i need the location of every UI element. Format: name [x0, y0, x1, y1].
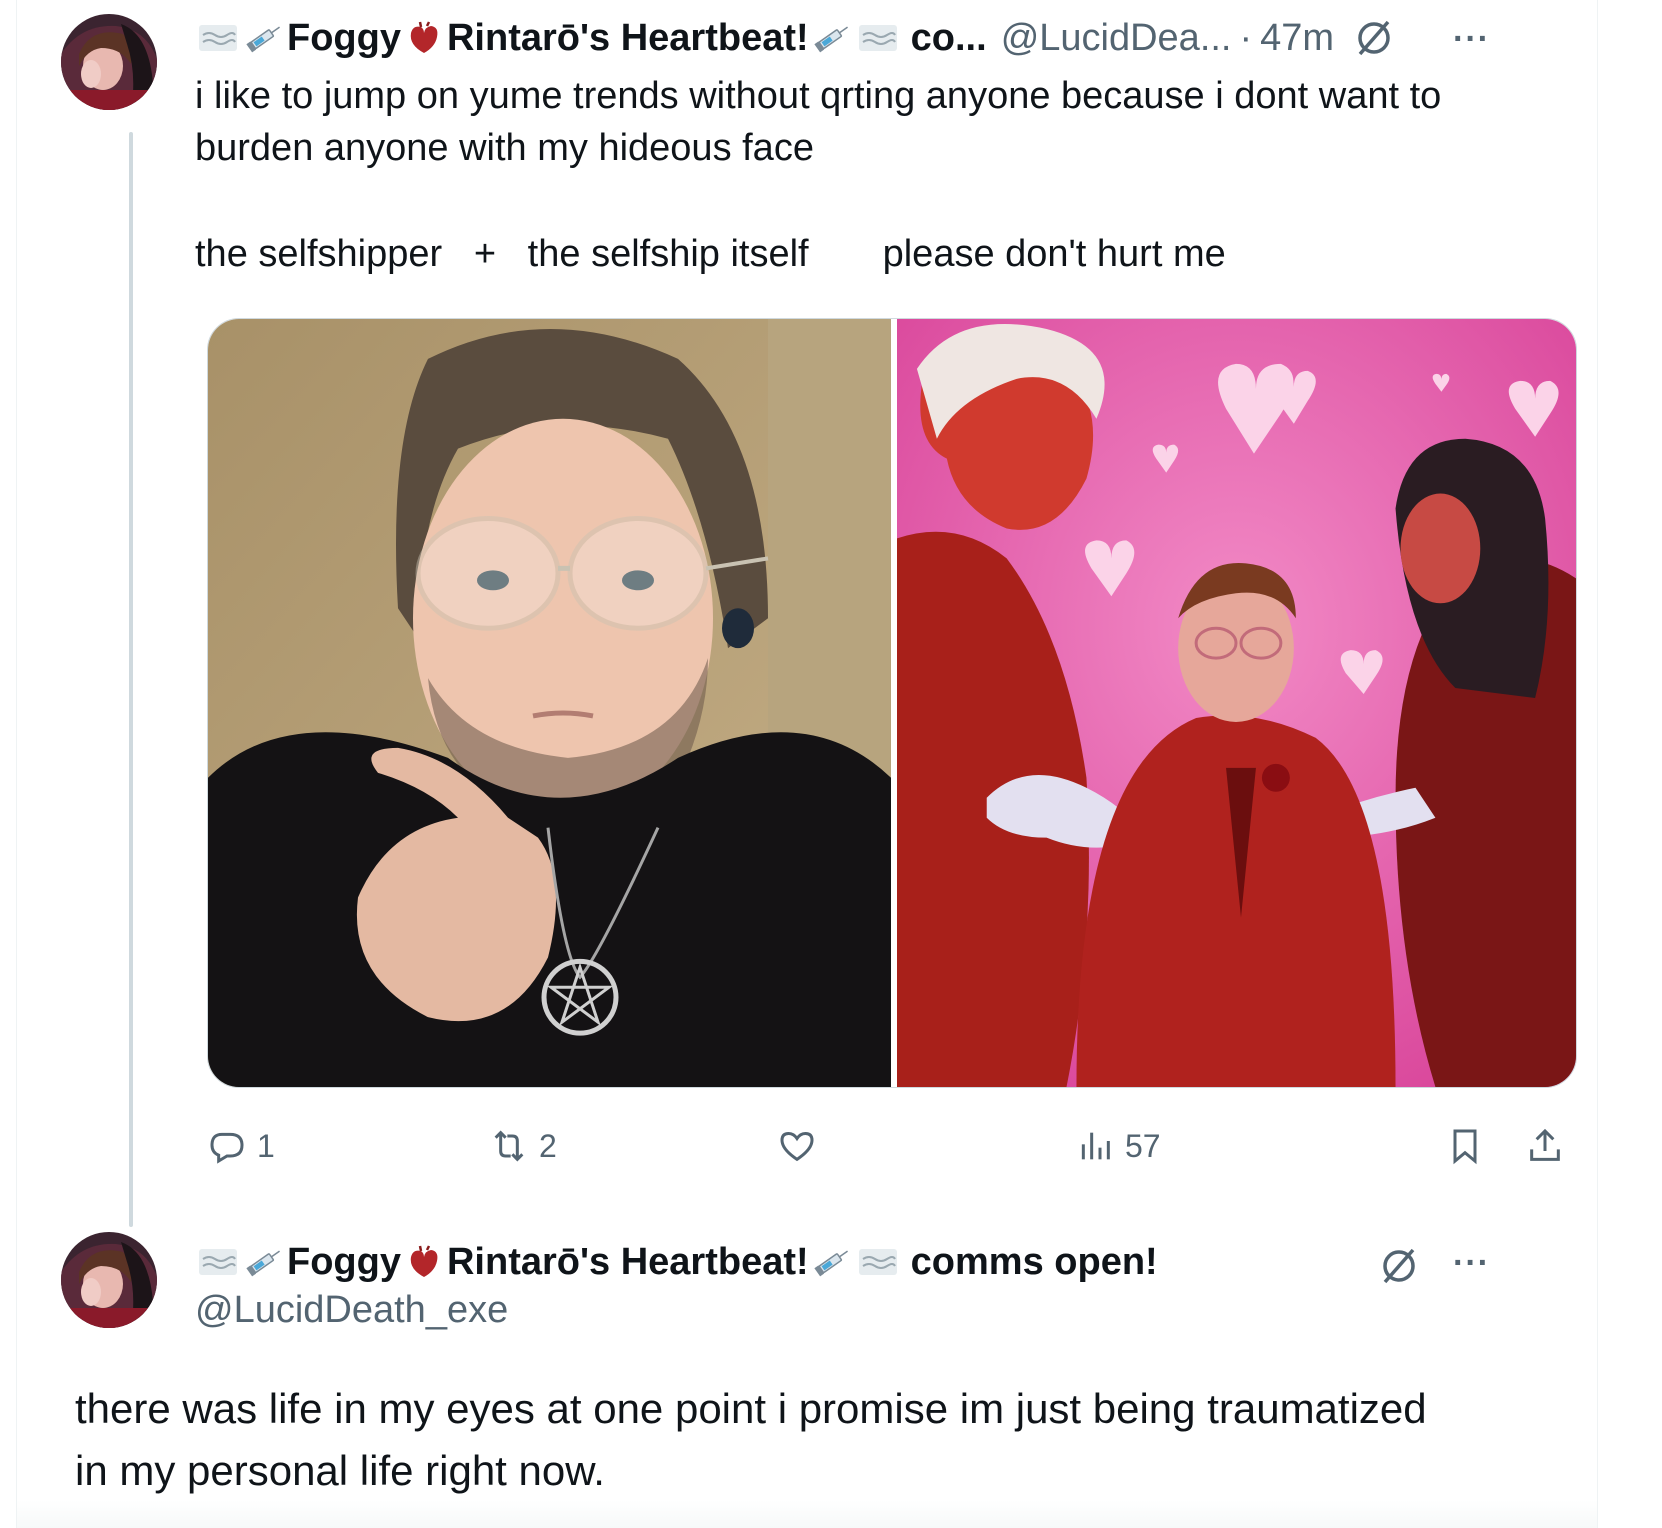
heart-icon — [780, 1131, 814, 1162]
display-name-part-2[interactable]: Rintarō's Heartbeat! — [447, 1240, 809, 1284]
avatar[interactable] — [61, 1232, 157, 1328]
reply-button[interactable]: 1 — [207, 1126, 275, 1166]
timestamp[interactable]: 47m — [1260, 16, 1334, 60]
more-options-button[interactable]: ··· — [1453, 20, 1490, 59]
handle-row: @LucidDeath_exe — [195, 1288, 508, 1332]
views-button[interactable]: 57 — [1075, 1126, 1161, 1166]
fog-emoji-icon — [197, 21, 239, 55]
reply-icon — [210, 1132, 244, 1164]
media-grid — [207, 318, 1577, 1088]
fog-emoji-icon — [857, 1245, 899, 1279]
media-photo-selfie[interactable] — [208, 319, 891, 1087]
separator-dot: · — [1239, 17, 1253, 59]
syringe-emoji-icon — [811, 1245, 853, 1279]
circle-slash-icon — [1377, 1244, 1421, 1288]
bookmark-icon — [1453, 1129, 1477, 1165]
retweet-button[interactable]: 2 — [489, 1126, 557, 1166]
tweet-text-line: in my personal life right now. — [75, 1447, 605, 1494]
fog-emoji-icon — [857, 21, 899, 55]
like-button[interactable] — [777, 1126, 827, 1166]
reply-count: 1 — [257, 1127, 275, 1164]
anatomical-heart-emoji-icon — [403, 1245, 445, 1279]
share-icon — [1530, 1128, 1560, 1161]
more-options-button[interactable]: ··· — [1453, 1244, 1490, 1283]
syringe-emoji-icon — [243, 21, 285, 55]
tweet-text-fragment: please don't hurt me — [882, 233, 1226, 275]
avatar[interactable] — [61, 14, 157, 110]
display-name[interactable]: Foggy — [287, 1240, 401, 1284]
share-button[interactable] — [1525, 1126, 1565, 1166]
handle[interactable]: @LucidDeath_exe — [195, 1288, 508, 1332]
display-name-part-3[interactable]: comms open! — [911, 1240, 1158, 1284]
bottom-fade — [17, 1500, 1597, 1528]
tweet-text-line: the selfshipper + the selfship itself pl… — [195, 228, 1226, 375]
retweet-count: 2 — [539, 1127, 557, 1164]
syringe-emoji-icon — [243, 1245, 285, 1279]
tweet-text-line: there was life in my eyes at one point i… — [75, 1385, 1427, 1432]
tweet-text-fragment: the selfshipper + the selfship itself — [195, 233, 809, 275]
tweet-header: Foggy Rintarō's Heartbeat! comms open! — [195, 1240, 1158, 1284]
fog-emoji-icon — [197, 1245, 239, 1279]
circle-slash-icon — [1352, 16, 1396, 60]
display-name-part-2[interactable]: Rintarō's Heartbeat! — [447, 16, 809, 60]
thread-line — [129, 132, 133, 1227]
media-illustration[interactable] — [897, 319, 1576, 1087]
retweet-icon — [494, 1130, 524, 1162]
tweet-text-line: burden anyone with my hideous face — [195, 127, 814, 169]
display-name[interactable]: Foggy — [287, 16, 401, 60]
tweet-text-line: i like to jump on yume trends without qr… — [195, 75, 1442, 117]
heart-hands-emoji-icon — [819, 238, 873, 375]
anatomical-heart-emoji-icon — [403, 21, 445, 55]
handle[interactable]: @LucidDea... — [1001, 16, 1232, 60]
views-count: 57 — [1125, 1127, 1161, 1164]
views-icon — [1081, 1132, 1110, 1160]
bookmark-button[interactable] — [1445, 1126, 1485, 1166]
tweet-header: Foggy Rintarō's Heartbeat! co... @LucidD… — [195, 16, 1396, 60]
display-name-part-3[interactable]: co... — [911, 16, 987, 60]
tweet-actions: 1 2 57 — [207, 1126, 1577, 1174]
syringe-emoji-icon — [811, 21, 853, 55]
timeline-frame: Foggy Rintarō's Heartbeat! co... @LucidD… — [16, 0, 1598, 1528]
